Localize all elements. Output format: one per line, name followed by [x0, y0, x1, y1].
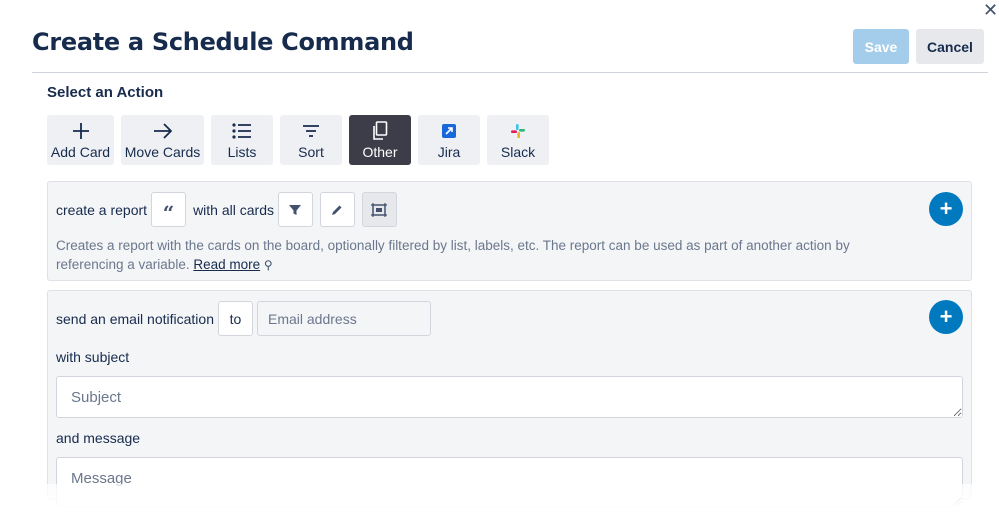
report-command-panel: create a report “ with all cards + Creat… — [47, 181, 972, 281]
copy-icon — [372, 120, 388, 141]
header-divider — [32, 72, 988, 73]
action-sort[interactable]: Sort — [280, 115, 342, 165]
action-lists[interactable]: Lists — [211, 115, 273, 165]
action-selector: Add Card Move Cards Lists Sort Other Jir… — [47, 115, 556, 165]
subject-label: with subject — [56, 349, 130, 365]
action-label: Other — [362, 143, 398, 160]
report-middle-text: with all cards — [193, 201, 274, 218]
filter-icon — [289, 204, 302, 215]
close-icon[interactable]: ✕ — [983, 0, 998, 20]
slack-icon — [511, 121, 525, 141]
action-slack[interactable]: Slack — [487, 115, 549, 165]
filter-button[interactable] — [277, 192, 313, 227]
frame-button[interactable] — [361, 192, 397, 227]
report-description: Creates a report with the cards on the b… — [56, 236, 916, 275]
subject-input[interactable] — [56, 376, 963, 418]
message-label: and message — [56, 430, 141, 446]
action-add-card[interactable]: Add Card — [47, 115, 114, 165]
jira-icon — [442, 121, 456, 141]
plus-icon — [72, 121, 90, 141]
sort-icon — [302, 121, 320, 141]
email-address-input[interactable] — [257, 301, 431, 336]
select-action-label: Select an Action — [47, 84, 164, 101]
list-icon — [232, 121, 252, 141]
action-label: Jira — [437, 143, 461, 160]
action-label: Sort — [298, 143, 324, 160]
pencil-icon — [332, 205, 342, 215]
action-other[interactable]: Other — [349, 115, 411, 165]
action-label: Move Cards — [124, 143, 201, 160]
email-command-panel: send an email notification to + with sub… — [47, 290, 972, 507]
plus-icon: + — [939, 304, 953, 329]
email-prefix-text: send an email notification — [56, 310, 214, 327]
bottom-fade — [0, 484, 999, 513]
save-button[interactable]: Save — [853, 29, 909, 64]
arrow-right-icon — [153, 121, 173, 141]
report-command-row: create a report “ with all cards — [56, 192, 397, 227]
action-label: Slack — [500, 143, 536, 160]
action-label: Lists — [227, 143, 257, 160]
quote-icon: “ — [162, 200, 175, 225]
action-label: Add Card — [50, 143, 111, 160]
to-button[interactable]: to — [218, 301, 253, 336]
cancel-button[interactable]: Cancel — [916, 29, 984, 64]
page-title: Create a Schedule Command — [32, 28, 414, 56]
lightbulb-icon: ⚲ — [263, 258, 273, 272]
report-prefix-text: create a report — [56, 201, 148, 218]
action-jira[interactable]: Jira — [418, 115, 480, 165]
action-move-cards[interactable]: Move Cards — [121, 115, 204, 165]
email-command-row: send an email notification to — [56, 301, 431, 336]
edit-button[interactable] — [319, 192, 355, 227]
quote-button[interactable]: “ — [151, 192, 187, 227]
plus-icon: + — [939, 196, 953, 221]
report-description-text: Creates a report with the cards on the b… — [56, 238, 850, 272]
add-command-button[interactable]: + — [929, 300, 963, 334]
read-more-link[interactable]: Read more — [193, 257, 260, 272]
add-command-button[interactable]: + — [929, 192, 963, 226]
frame-icon — [371, 202, 388, 217]
